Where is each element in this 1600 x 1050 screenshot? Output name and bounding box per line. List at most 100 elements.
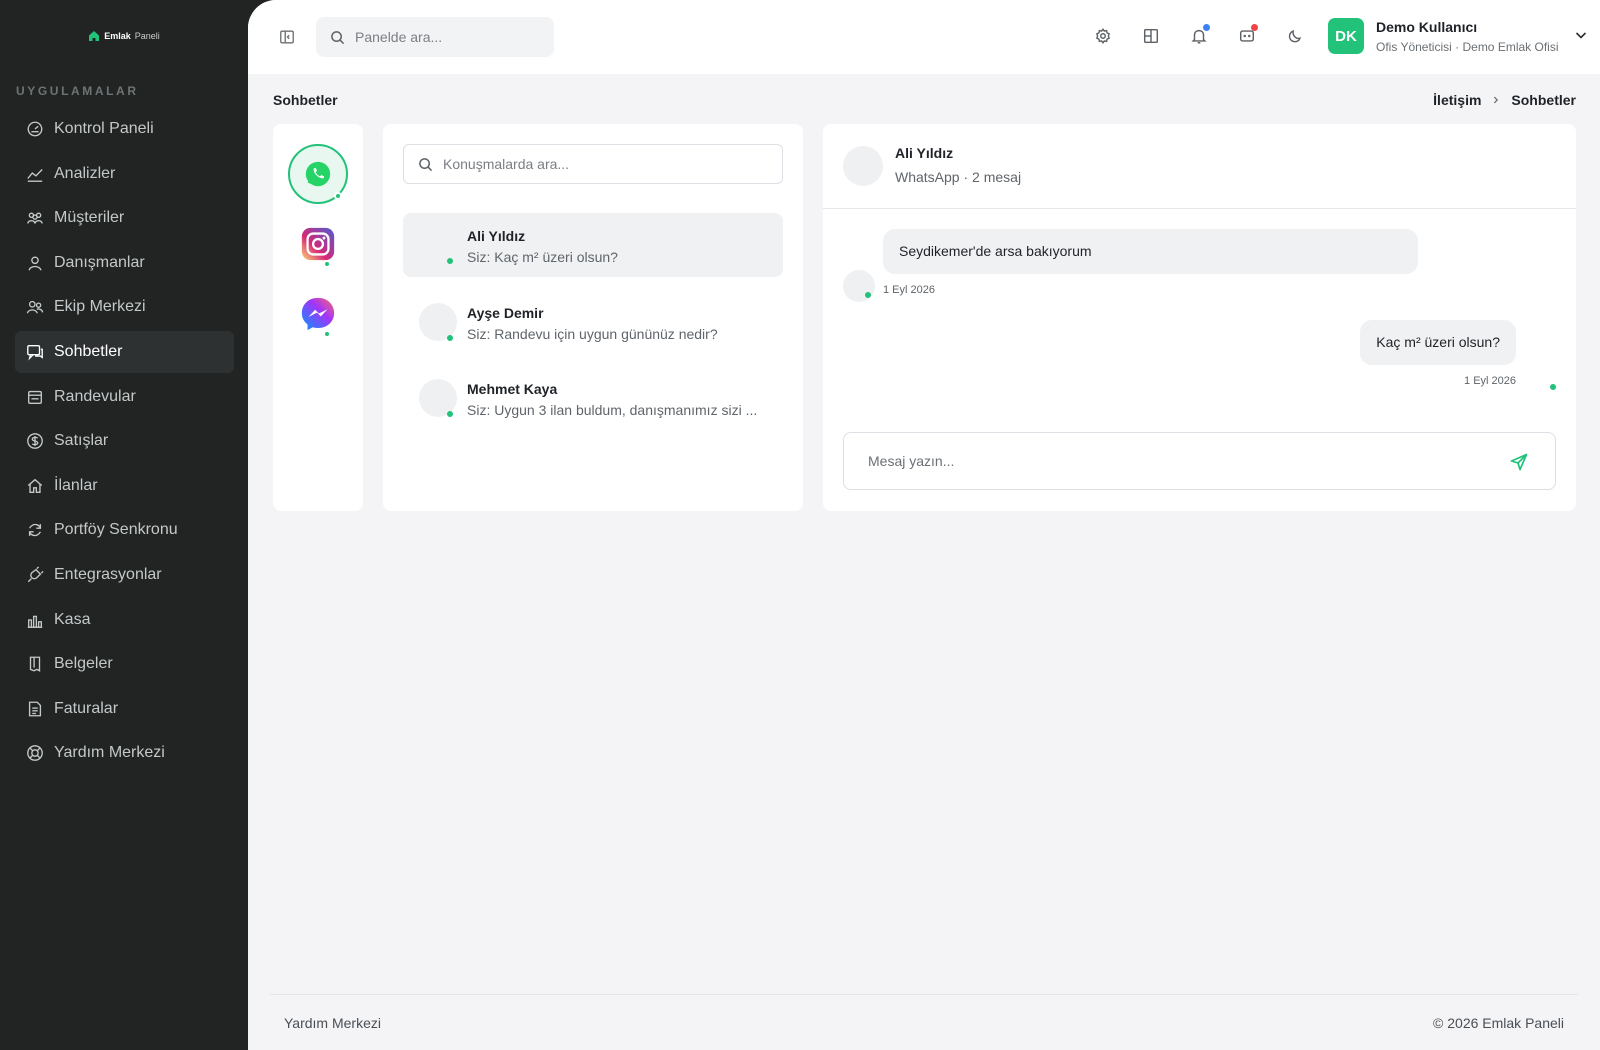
sidebar-item-belgeler[interactable]: Belgeler bbox=[15, 643, 234, 685]
notification-dot bbox=[1203, 24, 1210, 31]
channel-list bbox=[273, 124, 363, 511]
lifebuoy-icon bbox=[25, 743, 45, 763]
chevron-down-icon bbox=[1573, 27, 1589, 43]
online-indicator bbox=[865, 292, 871, 298]
sidebar-item-portfoy-senkronu[interactable]: Portföy Senkronu bbox=[15, 509, 234, 551]
sidebar-item-analizler[interactable]: Analizler bbox=[15, 153, 234, 195]
conversation-name: Mehmet Kaya bbox=[467, 381, 558, 397]
home-icon bbox=[25, 476, 45, 496]
dollar-icon bbox=[25, 431, 45, 451]
search-placeholder: Konuşmalarda ara... bbox=[443, 156, 570, 172]
online-indicator bbox=[447, 335, 453, 341]
breadcrumb: İletişim Sohbetler bbox=[1433, 92, 1576, 108]
sidebar-item-kontrol-paneli[interactable]: Kontrol Paneli bbox=[15, 108, 234, 150]
outgoing-message: Kaç m² üzeri olsun? bbox=[1360, 320, 1516, 365]
topbar-actions bbox=[1093, 24, 1305, 46]
messenger-icon bbox=[299, 295, 337, 333]
sidebar-item-label: Faturalar bbox=[54, 699, 119, 717]
sidebar-item-label: Belgeler bbox=[54, 655, 113, 673]
breadcrumb-item[interactable]: İletişim bbox=[1433, 92, 1481, 108]
sidebar-item-ekip-merkezi[interactable]: Ekip Merkezi bbox=[15, 286, 234, 328]
sidebar-item-label: Randevular bbox=[54, 387, 136, 405]
online-indicator bbox=[334, 192, 342, 200]
channel-whatsapp[interactable] bbox=[288, 144, 348, 204]
conversation-name: Ali Yıldız bbox=[467, 228, 526, 244]
document-icon bbox=[25, 654, 45, 674]
sidebar-item-label: Yardım Merkezi bbox=[54, 744, 165, 762]
sidebar-item-faturalar[interactable]: Faturalar bbox=[15, 688, 234, 730]
channel-messenger[interactable] bbox=[288, 284, 348, 344]
sidebar-item-sohbetler[interactable]: Sohbetler bbox=[15, 330, 234, 373]
chat-header: Ali Yıldız WhatsApp · 2 mesaj bbox=[823, 124, 1576, 209]
chevron-right-icon bbox=[1491, 92, 1501, 108]
chat-panel: Ali Yıldız WhatsApp · 2 mesaj Seydikemer… bbox=[823, 124, 1576, 511]
brand-suffix: Paneli bbox=[134, 31, 160, 41]
calendar-icon bbox=[25, 387, 45, 407]
message-dot bbox=[1251, 24, 1258, 31]
customers-icon bbox=[25, 208, 45, 228]
footer-help-link[interactable]: Yardım Merkezi bbox=[284, 1015, 381, 1031]
channel-instagram[interactable] bbox=[288, 214, 348, 274]
send-icon[interactable] bbox=[1509, 452, 1529, 472]
user-menu[interactable]: DK Demo Kullanıcı Ofis Yöneticisi · Demo… bbox=[1328, 18, 1587, 54]
incoming-message: Seydikemer'de arsa bakıyorum bbox=[883, 229, 1418, 274]
sidebar-section-label: UYGULAMALAR bbox=[16, 84, 139, 98]
user-name: Demo Kullanıcı bbox=[1376, 18, 1478, 35]
message-timestamp: 1 Eyl 2026 bbox=[1464, 375, 1516, 387]
bar-chart-icon bbox=[25, 610, 45, 630]
main-area: Panelde ara... DK Demo Kullanıcı Ofis Yö… bbox=[248, 0, 1600, 1050]
conversation-preview: Siz: Kaç m² üzeri olsun? bbox=[467, 249, 618, 265]
conversation-item[interactable]: Ayşe Demir Siz: Randevu için uygun günün… bbox=[403, 290, 783, 354]
search-icon bbox=[330, 30, 345, 45]
sidebar-item-label: Danışmanlar bbox=[54, 253, 145, 271]
conversation-preview: Siz: Uygun 3 ilan buldum, danışmanımız s… bbox=[467, 402, 758, 418]
topbar: Panelde ara... DK Demo Kullanıcı Ofis Yö… bbox=[248, 0, 1600, 74]
bell-icon[interactable] bbox=[1189, 24, 1210, 46]
sidebar-item-label: Ekip Merkezi bbox=[54, 298, 146, 316]
sidebar-item-label: Portföy Senkronu bbox=[54, 521, 178, 539]
layout-icon[interactable] bbox=[1141, 26, 1161, 46]
avatar bbox=[419, 226, 457, 264]
online-indicator bbox=[323, 330, 331, 338]
sidebar-item-entegrasyonlar[interactable]: Entegrasyonlar bbox=[15, 554, 234, 596]
sidebar-item-yardim-merkezi[interactable]: Yardım Merkezi bbox=[15, 732, 234, 774]
online-indicator bbox=[447, 258, 453, 264]
conversation-item[interactable]: Ali Yıldız Siz: Kaç m² üzeri olsun? bbox=[403, 213, 783, 277]
brand-name: Emlak bbox=[104, 31, 131, 41]
moon-icon[interactable] bbox=[1285, 26, 1305, 46]
sidebar-item-satislar[interactable]: Satışlar bbox=[15, 420, 234, 462]
sidebar-item-kasa[interactable]: Kasa bbox=[15, 599, 234, 641]
conversation-item[interactable]: Mehmet Kaya Siz: Uygun 3 ilan buldum, da… bbox=[403, 366, 783, 430]
user-role: Ofis Yöneticisi · Demo Emlak Ofisi bbox=[1376, 39, 1559, 54]
search-icon bbox=[418, 157, 433, 172]
chat-subtitle: WhatsApp · 2 mesaj bbox=[895, 169, 1022, 185]
conversation-search-input[interactable]: Konuşmalarda ara... bbox=[403, 144, 783, 184]
delivered-indicator bbox=[1550, 384, 1556, 390]
message-icon[interactable] bbox=[1237, 24, 1258, 46]
sidebar-toggle-icon[interactable] bbox=[278, 28, 296, 46]
sidebar-item-randevular[interactable]: Randevular bbox=[15, 376, 234, 418]
message-input[interactable]: Mesaj yazın... bbox=[843, 432, 1556, 490]
chat-contact-name: Ali Yıldız bbox=[895, 145, 954, 161]
sidebar-item-label: Kontrol Paneli bbox=[54, 120, 154, 137]
brand-logo[interactable]: Emlak Paneli bbox=[0, 30, 248, 42]
global-search-input[interactable]: Panelde ara... bbox=[316, 17, 554, 57]
breadcrumb-current: Sohbetler bbox=[1511, 92, 1576, 108]
sidebar-item-ilanlar[interactable]: İlanlar bbox=[15, 465, 234, 507]
sidebar-item-label: Satışlar bbox=[54, 432, 109, 450]
settings-icon[interactable] bbox=[1093, 26, 1113, 46]
sidebar-item-label: Analizler bbox=[54, 164, 116, 182]
user-icon bbox=[25, 253, 45, 273]
plug-icon bbox=[25, 565, 45, 585]
footer-divider bbox=[270, 994, 1578, 995]
conversation-preview: Siz: Randevu için uygun gününüz nedir? bbox=[467, 326, 718, 342]
sidebar-item-danismanlar[interactable]: Danışmanlar bbox=[15, 242, 234, 284]
instagram-icon bbox=[299, 225, 337, 263]
sidebar-item-label: Sohbetler bbox=[54, 342, 123, 360]
sidebar: Emlak Paneli UYGULAMALAR Kontrol Paneli … bbox=[0, 0, 248, 1050]
conversation-list: Konuşmalarda ara... Ali Yıldız Siz: Kaç … bbox=[383, 124, 803, 511]
sidebar-nav: Kontrol Paneli Analizler Müşteriler Danı… bbox=[15, 108, 234, 777]
sidebar-item-musteriler[interactable]: Müşteriler bbox=[15, 197, 234, 239]
sidebar-item-label: Kasa bbox=[54, 610, 91, 628]
avatar bbox=[843, 270, 875, 302]
